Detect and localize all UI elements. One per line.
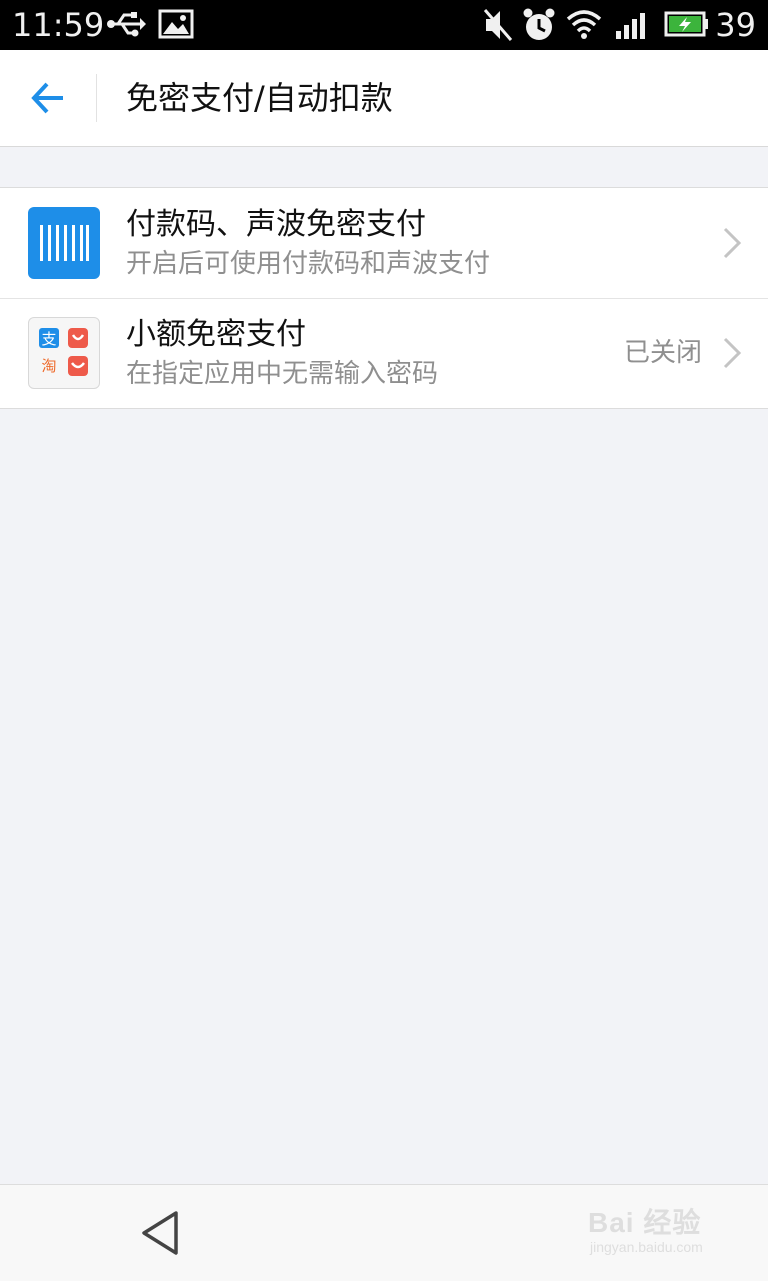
page-title: 免密支付/自动扣款	[126, 79, 393, 117]
battery-charging-icon	[664, 7, 710, 45]
back-button[interactable]	[20, 72, 76, 124]
arrow-left-icon	[31, 82, 63, 114]
svg-text:淘: 淘	[41, 357, 56, 375]
title-bar: 免密支付/自动扣款	[0, 50, 768, 147]
barcode-icon	[28, 207, 100, 279]
list-item-barcode-payment[interactable]: 付款码、声波免密支付 开启后可使用付款码和声波支付	[0, 188, 768, 298]
navigation-bar: Bai 经验 jingyan.baidu.com	[0, 1184, 768, 1281]
item-title: 付款码、声波免密支付	[126, 207, 426, 242]
status-bar: 11:59 39	[0, 0, 768, 50]
signal-icon	[614, 7, 652, 45]
title-divider	[96, 74, 97, 122]
item-subtitle: 开启后可使用付款码和声波支付	[126, 249, 491, 279]
status-text: 已关闭	[623, 338, 702, 368]
mute-icon	[482, 7, 514, 47]
usb-icon	[106, 7, 146, 45]
item-subtitle: 在指定应用中无需输入密码	[126, 359, 439, 389]
item-title: 小额免密支付	[126, 317, 306, 352]
status-time: 11:59	[12, 6, 105, 44]
settings-list: 付款码、声波免密支付 开启后可使用付款码和声波支付 支 淘 小额免密支付 在指定…	[0, 187, 768, 409]
triangle-back-icon[interactable]	[138, 1209, 182, 1257]
chevron-right-icon	[722, 336, 742, 370]
wifi-icon	[566, 7, 602, 45]
chevron-right-icon	[722, 226, 742, 260]
watermark: Bai 经验 jingyan.baidu.com	[588, 1201, 738, 1265]
alarm-icon	[522, 7, 556, 47]
watermark-sub: jingyan.baidu.com	[590, 1239, 703, 1255]
watermark-main: Bai 经验	[588, 1207, 702, 1238]
alipay-taobao-apps-icon: 支 淘	[28, 317, 100, 389]
battery-level: 39	[715, 6, 756, 44]
svg-text:支: 支	[41, 330, 56, 348]
image-icon	[158, 7, 194, 45]
list-item-small-amount-payment[interactable]: 支 淘 小额免密支付 在指定应用中无需输入密码 已关闭	[0, 298, 768, 408]
